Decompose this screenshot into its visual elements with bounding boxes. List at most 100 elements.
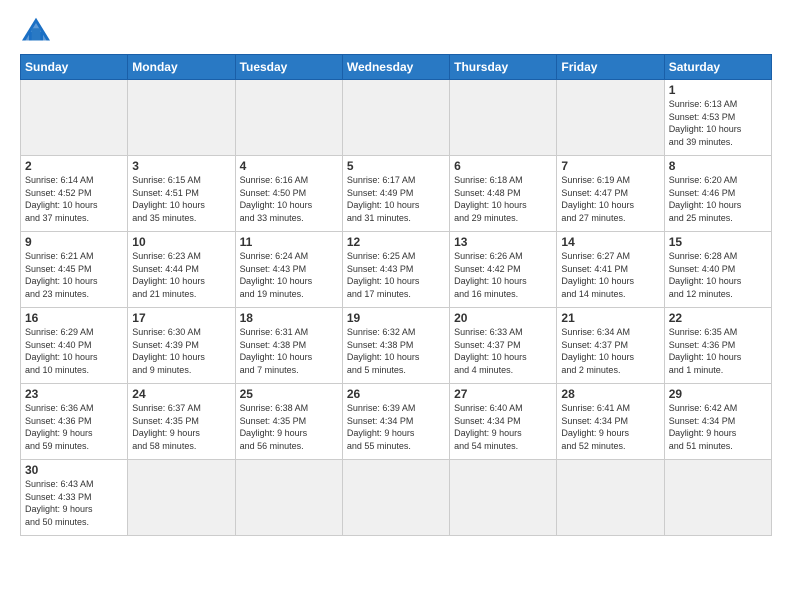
calendar-cell: 24Sunrise: 6:37 AMSunset: 4:35 PMDayligh…	[128, 384, 235, 460]
calendar-cell: 14Sunrise: 6:27 AMSunset: 4:41 PMDayligh…	[557, 232, 664, 308]
calendar-cell: 19Sunrise: 6:32 AMSunset: 4:38 PMDayligh…	[342, 308, 449, 384]
day-number: 30	[25, 463, 123, 477]
calendar-week-3: 9Sunrise: 6:21 AMSunset: 4:45 PMDaylight…	[21, 232, 772, 308]
day-number: 28	[561, 387, 659, 401]
day-number: 20	[454, 311, 552, 325]
calendar-cell: 13Sunrise: 6:26 AMSunset: 4:42 PMDayligh…	[450, 232, 557, 308]
calendar-cell: 3Sunrise: 6:15 AMSunset: 4:51 PMDaylight…	[128, 156, 235, 232]
calendar-cell	[342, 80, 449, 156]
calendar-cell	[128, 80, 235, 156]
day-number: 18	[240, 311, 338, 325]
calendar-week-1: 1Sunrise: 6:13 AMSunset: 4:53 PMDaylight…	[21, 80, 772, 156]
day-info: Sunrise: 6:18 AMSunset: 4:48 PMDaylight:…	[454, 174, 552, 224]
calendar-cell: 18Sunrise: 6:31 AMSunset: 4:38 PMDayligh…	[235, 308, 342, 384]
day-number: 2	[25, 159, 123, 173]
calendar-cell	[664, 460, 771, 536]
day-info: Sunrise: 6:31 AMSunset: 4:38 PMDaylight:…	[240, 326, 338, 376]
day-info: Sunrise: 6:33 AMSunset: 4:37 PMDaylight:…	[454, 326, 552, 376]
day-info: Sunrise: 6:35 AMSunset: 4:36 PMDaylight:…	[669, 326, 767, 376]
day-info: Sunrise: 6:42 AMSunset: 4:34 PMDaylight:…	[669, 402, 767, 452]
calendar-cell: 30Sunrise: 6:43 AMSunset: 4:33 PMDayligh…	[21, 460, 128, 536]
calendar-cell	[21, 80, 128, 156]
day-number: 5	[347, 159, 445, 173]
day-number: 12	[347, 235, 445, 249]
calendar-cell: 27Sunrise: 6:40 AMSunset: 4:34 PMDayligh…	[450, 384, 557, 460]
day-info: Sunrise: 6:38 AMSunset: 4:35 PMDaylight:…	[240, 402, 338, 452]
calendar-cell: 4Sunrise: 6:16 AMSunset: 4:50 PMDaylight…	[235, 156, 342, 232]
day-info: Sunrise: 6:26 AMSunset: 4:42 PMDaylight:…	[454, 250, 552, 300]
calendar-cell: 25Sunrise: 6:38 AMSunset: 4:35 PMDayligh…	[235, 384, 342, 460]
day-number: 23	[25, 387, 123, 401]
calendar-cell: 16Sunrise: 6:29 AMSunset: 4:40 PMDayligh…	[21, 308, 128, 384]
day-info: Sunrise: 6:34 AMSunset: 4:37 PMDaylight:…	[561, 326, 659, 376]
day-info: Sunrise: 6:37 AMSunset: 4:35 PMDaylight:…	[132, 402, 230, 452]
day-number: 9	[25, 235, 123, 249]
day-number: 4	[240, 159, 338, 173]
calendar-cell: 11Sunrise: 6:24 AMSunset: 4:43 PMDayligh…	[235, 232, 342, 308]
day-info: Sunrise: 6:36 AMSunset: 4:36 PMDaylight:…	[25, 402, 123, 452]
calendar-cell: 9Sunrise: 6:21 AMSunset: 4:45 PMDaylight…	[21, 232, 128, 308]
day-number: 29	[669, 387, 767, 401]
logo	[20, 16, 56, 44]
day-number: 25	[240, 387, 338, 401]
day-number: 17	[132, 311, 230, 325]
calendar-cell	[128, 460, 235, 536]
day-info: Sunrise: 6:15 AMSunset: 4:51 PMDaylight:…	[132, 174, 230, 224]
day-info: Sunrise: 6:14 AMSunset: 4:52 PMDaylight:…	[25, 174, 123, 224]
calendar-cell: 21Sunrise: 6:34 AMSunset: 4:37 PMDayligh…	[557, 308, 664, 384]
calendar-cell	[557, 460, 664, 536]
calendar-cell: 20Sunrise: 6:33 AMSunset: 4:37 PMDayligh…	[450, 308, 557, 384]
day-info: Sunrise: 6:29 AMSunset: 4:40 PMDaylight:…	[25, 326, 123, 376]
day-number: 19	[347, 311, 445, 325]
calendar-cell: 15Sunrise: 6:28 AMSunset: 4:40 PMDayligh…	[664, 232, 771, 308]
calendar-week-4: 16Sunrise: 6:29 AMSunset: 4:40 PMDayligh…	[21, 308, 772, 384]
day-info: Sunrise: 6:25 AMSunset: 4:43 PMDaylight:…	[347, 250, 445, 300]
day-info: Sunrise: 6:39 AMSunset: 4:34 PMDaylight:…	[347, 402, 445, 452]
weekday-header-saturday: Saturday	[664, 55, 771, 80]
calendar-cell	[342, 460, 449, 536]
day-info: Sunrise: 6:16 AMSunset: 4:50 PMDaylight:…	[240, 174, 338, 224]
calendar-body: 1Sunrise: 6:13 AMSunset: 4:53 PMDaylight…	[21, 80, 772, 536]
day-info: Sunrise: 6:40 AMSunset: 4:34 PMDaylight:…	[454, 402, 552, 452]
calendar-cell: 22Sunrise: 6:35 AMSunset: 4:36 PMDayligh…	[664, 308, 771, 384]
calendar-cell: 5Sunrise: 6:17 AMSunset: 4:49 PMDaylight…	[342, 156, 449, 232]
day-number: 6	[454, 159, 552, 173]
calendar-cell	[450, 80, 557, 156]
day-info: Sunrise: 6:20 AMSunset: 4:46 PMDaylight:…	[669, 174, 767, 224]
weekday-header-row: SundayMondayTuesdayWednesdayThursdayFrid…	[21, 55, 772, 80]
calendar-cell	[235, 80, 342, 156]
weekday-header-sunday: Sunday	[21, 55, 128, 80]
day-info: Sunrise: 6:13 AMSunset: 4:53 PMDaylight:…	[669, 98, 767, 148]
calendar-week-6: 30Sunrise: 6:43 AMSunset: 4:33 PMDayligh…	[21, 460, 772, 536]
day-number: 16	[25, 311, 123, 325]
day-info: Sunrise: 6:24 AMSunset: 4:43 PMDaylight:…	[240, 250, 338, 300]
calendar-cell: 10Sunrise: 6:23 AMSunset: 4:44 PMDayligh…	[128, 232, 235, 308]
day-info: Sunrise: 6:19 AMSunset: 4:47 PMDaylight:…	[561, 174, 659, 224]
day-number: 14	[561, 235, 659, 249]
day-number: 10	[132, 235, 230, 249]
logo-icon	[20, 16, 52, 44]
calendar-cell: 29Sunrise: 6:42 AMSunset: 4:34 PMDayligh…	[664, 384, 771, 460]
day-info: Sunrise: 6:27 AMSunset: 4:41 PMDaylight:…	[561, 250, 659, 300]
day-info: Sunrise: 6:32 AMSunset: 4:38 PMDaylight:…	[347, 326, 445, 376]
day-number: 27	[454, 387, 552, 401]
day-number: 11	[240, 235, 338, 249]
weekday-header-wednesday: Wednesday	[342, 55, 449, 80]
calendar-cell: 17Sunrise: 6:30 AMSunset: 4:39 PMDayligh…	[128, 308, 235, 384]
calendar-cell: 8Sunrise: 6:20 AMSunset: 4:46 PMDaylight…	[664, 156, 771, 232]
day-number: 24	[132, 387, 230, 401]
weekday-header-thursday: Thursday	[450, 55, 557, 80]
calendar-cell: 23Sunrise: 6:36 AMSunset: 4:36 PMDayligh…	[21, 384, 128, 460]
day-number: 22	[669, 311, 767, 325]
day-info: Sunrise: 6:23 AMSunset: 4:44 PMDaylight:…	[132, 250, 230, 300]
weekday-header-friday: Friday	[557, 55, 664, 80]
calendar-table: SundayMondayTuesdayWednesdayThursdayFrid…	[20, 54, 772, 536]
day-number: 21	[561, 311, 659, 325]
day-info: Sunrise: 6:17 AMSunset: 4:49 PMDaylight:…	[347, 174, 445, 224]
day-info: Sunrise: 6:41 AMSunset: 4:34 PMDaylight:…	[561, 402, 659, 452]
day-info: Sunrise: 6:30 AMSunset: 4:39 PMDaylight:…	[132, 326, 230, 376]
weekday-header-tuesday: Tuesday	[235, 55, 342, 80]
day-number: 1	[669, 83, 767, 97]
calendar-cell: 7Sunrise: 6:19 AMSunset: 4:47 PMDaylight…	[557, 156, 664, 232]
calendar-cell: 2Sunrise: 6:14 AMSunset: 4:52 PMDaylight…	[21, 156, 128, 232]
